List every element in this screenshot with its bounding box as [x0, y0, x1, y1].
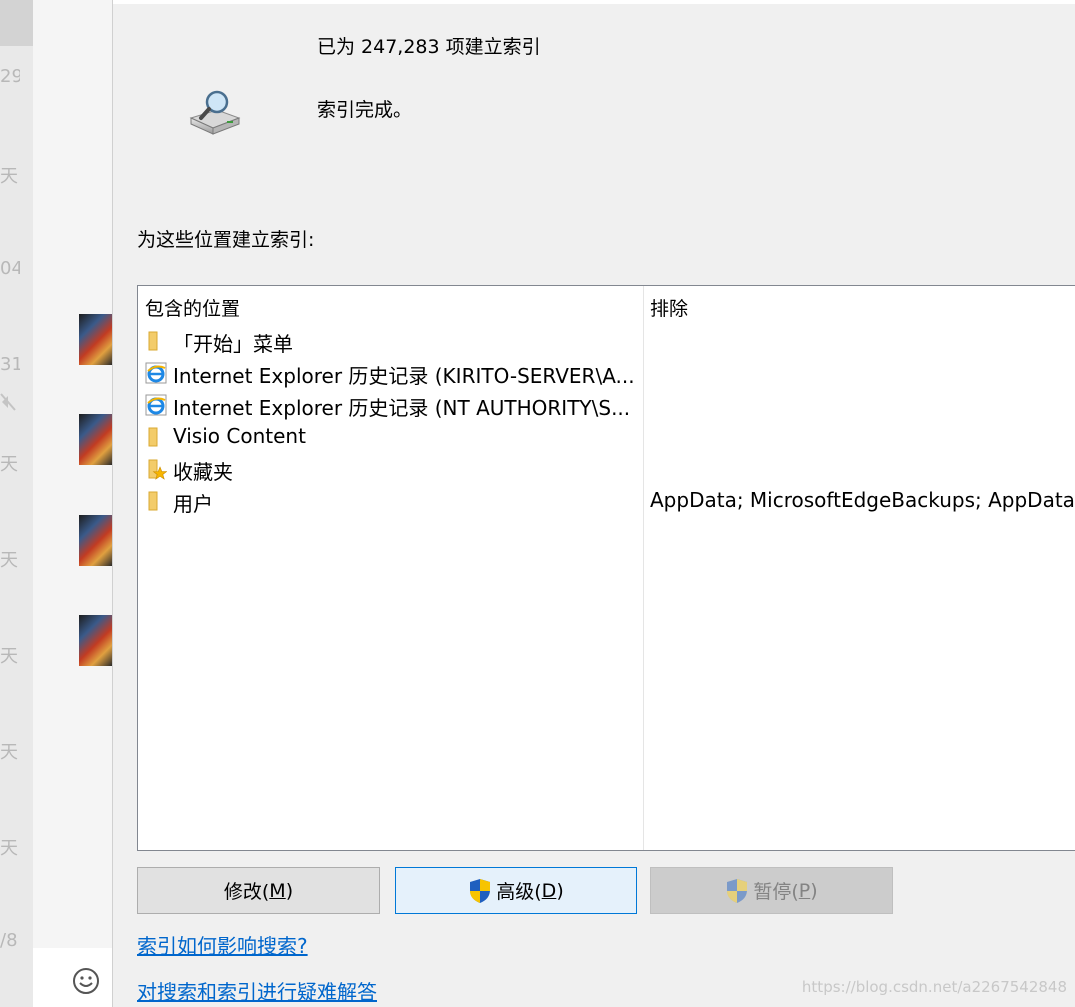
background-chat-app: 29 天 04 31 天 天 天 天 天 /8	[0, 0, 112, 1007]
mute-icon	[0, 393, 16, 411]
chat-time-label: 天	[0, 646, 18, 667]
folder-icon	[148, 491, 158, 511]
location-name: 「开始」菜单	[173, 332, 293, 356]
pause-button-suffix: )	[810, 879, 818, 902]
pause-button[interactable]: 暂停(P)	[650, 867, 893, 914]
uac-shield-icon	[727, 878, 748, 903]
location-name: Visio Content	[173, 424, 306, 448]
location-name: 用户	[173, 492, 213, 516]
pause-button-label: 暂停(	[753, 881, 799, 903]
chat-time-label: 天	[0, 550, 18, 571]
advanced-button-mnemonic: D	[541, 879, 557, 902]
watermark: https://blog.csdn.net/a2267542848	[801, 978, 1067, 996]
avatar[interactable]	[79, 414, 112, 465]
modify-button-suffix: )	[285, 879, 294, 902]
chat-time-label: 天	[0, 454, 18, 475]
avatar[interactable]	[79, 515, 112, 566]
list-item[interactable]: Internet Explorer 历史记录 (NT AUTHORITY\S..…	[138, 388, 1075, 420]
modify-button-mnemonic: M	[269, 879, 286, 902]
internet-explorer-icon	[145, 394, 167, 416]
locations-heading: 为这些位置建立索引:	[137, 229, 315, 251]
advanced-button-label: 高级(	[496, 881, 542, 903]
modify-button-label: 修改(	[223, 881, 270, 903]
chat-time-label: 31	[0, 354, 20, 375]
avatar[interactable]	[79, 615, 112, 666]
chat-time-label: 天	[0, 742, 18, 763]
list-item[interactable]: Visio Content	[138, 420, 1075, 452]
indexed-count-text: 已为 247,283 项建立索引	[317, 36, 541, 58]
location-name: 收藏夹	[173, 460, 233, 484]
modify-button[interactable]: 修改(M)	[137, 867, 380, 914]
favorites-folder-icon	[148, 459, 167, 480]
list-item[interactable]: 收藏夹	[138, 452, 1075, 484]
background-chat-list	[33, 0, 112, 1007]
chat-time-label: 天	[0, 838, 18, 859]
internet-explorer-icon	[145, 362, 167, 384]
list-item[interactable]: 用户 AppData; MicrosoftEdgeBackups; AppDat…	[138, 484, 1075, 516]
background-active-item	[0, 0, 33, 46]
indexed-locations-list[interactable]: 包含的位置 排除 「开始」菜单 Internet Explorer 历史记录 (…	[137, 285, 1075, 851]
troubleshoot-search-link[interactable]: 对搜索和索引进行疑难解答	[137, 976, 377, 1005]
location-name: Internet Explorer 历史记录 (NT AUTHORITY\S..…	[173, 396, 631, 420]
chat-time-label: 04	[0, 258, 20, 279]
how-indexing-affects-search-link[interactable]: 索引如何影响搜索?	[137, 930, 308, 959]
uac-shield-icon	[470, 878, 491, 903]
pause-button-mnemonic: P	[798, 879, 811, 902]
location-name: Internet Explorer 历史记录 (KIRITO-SERVER\A.…	[173, 364, 635, 388]
panel-top-edge	[113, 0, 1075, 4]
chat-time-label: 29	[0, 66, 20, 87]
column-header-included[interactable]: 包含的位置	[145, 294, 240, 321]
advanced-button-suffix: )	[556, 879, 564, 902]
avatar[interactable]	[79, 314, 112, 365]
column-header-excluded[interactable]: 排除	[650, 294, 688, 321]
advanced-button[interactable]: 高级(D)	[395, 867, 637, 914]
emoji-icon[interactable]	[72, 967, 100, 995]
indexing-status-text: 索引完成。	[317, 99, 413, 121]
list-item[interactable]: Internet Explorer 历史记录 (KIRITO-SERVER\A.…	[138, 356, 1075, 388]
location-exclusions: AppData; MicrosoftEdgeBackups; AppData	[650, 488, 1075, 512]
chat-time-label: /8	[0, 930, 18, 951]
indexing-drive-icon	[189, 90, 241, 135]
list-item[interactable]: 「开始」菜单	[138, 324, 1075, 356]
indexing-options-panel: 已为 247,283 项建立索引 索引完成。 为这些位置建立索引: 包含的位置 …	[112, 0, 1075, 1007]
folder-icon	[148, 331, 158, 351]
folder-icon	[148, 427, 158, 447]
chat-time-label: 天	[0, 166, 18, 187]
